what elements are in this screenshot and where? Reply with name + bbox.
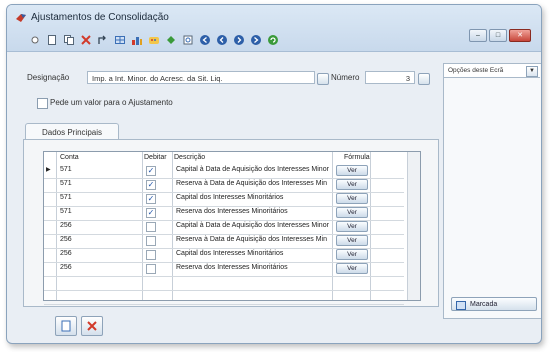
cell-conta[interactable]: 256: [60, 262, 72, 274]
pede-valor-label: Pede um valor para o Ajustamento: [50, 98, 173, 107]
dropdown-icon[interactable]: [29, 34, 41, 46]
ver-formula-button[interactable]: Ver: [336, 165, 368, 176]
new-doc-icon[interactable]: [46, 34, 58, 46]
cell-conta[interactable]: 571: [60, 178, 72, 190]
palette-icon[interactable]: [148, 34, 160, 46]
ver-formula-button[interactable]: Ver: [336, 221, 368, 232]
designacao-lookup-button[interactable]: [317, 73, 329, 85]
ver-formula-button[interactable]: Ver: [336, 235, 368, 246]
column-header-descricao[interactable]: Descrição: [174, 152, 205, 163]
numero-label: Número: [331, 73, 360, 82]
marcada-label: Marcada: [470, 301, 498, 308]
puzzle-icon[interactable]: [165, 34, 177, 46]
chart-icon[interactable]: [131, 34, 143, 46]
cell-conta[interactable]: 571: [60, 164, 72, 176]
app-logo-icon: [16, 14, 26, 22]
cell-descricao[interactable]: Reserva dos Interesses Minoritários: [176, 206, 330, 218]
cell-descricao[interactable]: Reserva à Data de Aquisição dos Interess…: [176, 178, 330, 190]
grid-icon[interactable]: [114, 34, 126, 46]
table-row[interactable]: ▶ 571 ✓ Capital à Data de Aquisição dos Int…: [44, 164, 404, 179]
ver-formula-button[interactable]: Ver: [336, 193, 368, 204]
debitar-checkbox[interactable]: ✓: [146, 208, 156, 218]
options-select[interactable]: Opções deste Ecrã ▼: [444, 64, 540, 78]
nav-next-icon[interactable]: [233, 34, 245, 46]
table-row[interactable]: 256 Capital à Data de Aquisição dos Inter…: [44, 220, 404, 235]
cell-conta[interactable]: 571: [60, 206, 72, 218]
app-window: Ajustamentos de Consolidação – □ ✕ Desig…: [6, 4, 542, 344]
table-row[interactable]: 256 Capital dos Interesses Minoritários Ve…: [44, 248, 404, 263]
column-header-debitar[interactable]: Debitar: [144, 152, 167, 163]
ver-formula-button[interactable]: Ver: [336, 263, 368, 274]
options-select-value: Opções deste Ecrã: [448, 67, 504, 74]
new-doc-icon: [61, 320, 71, 332]
copy-icon[interactable]: [63, 34, 75, 46]
numero-field[interactable]: 3: [365, 71, 415, 84]
debitar-checkbox[interactable]: ✓: [146, 166, 156, 176]
debitar-checkbox[interactable]: ✓: [146, 194, 156, 204]
marker-icon: [456, 301, 466, 310]
cell-descricao[interactable]: Capital à Data de Aquisição dos Interess…: [176, 164, 330, 176]
nav-prev-icon[interactable]: [216, 34, 228, 46]
cell-conta[interactable]: 256: [60, 234, 72, 246]
column-header-conta[interactable]: Conta: [60, 152, 79, 163]
designacao-field[interactable]: Imp. a Int. Minor. do Acresc. da Sit. Li…: [87, 71, 315, 84]
delete-icon: [87, 321, 97, 331]
minimize-button[interactable]: –: [469, 29, 487, 42]
print-preview-icon[interactable]: [182, 34, 194, 46]
title-bar: Ajustamentos de Consolidação – □ ✕: [7, 5, 541, 52]
marcada-button[interactable]: Marcada: [451, 297, 537, 311]
nav-first-icon[interactable]: [199, 34, 211, 46]
table-row[interactable]: 256 Reserva dos Interesses Minoritários Ve…: [44, 262, 404, 277]
delete-icon[interactable]: [80, 34, 92, 46]
designacao-label: Designação: [27, 73, 70, 82]
table-row[interactable]: 571 ✓ Reserva dos Interesses Minoritários V…: [44, 206, 404, 221]
numero-lookup-button[interactable]: [418, 73, 430, 85]
ver-formula-button[interactable]: Ver: [336, 207, 368, 218]
cell-conta[interactable]: 571: [60, 192, 72, 204]
debitar-checkbox[interactable]: ✓: [146, 180, 156, 190]
debitar-checkbox[interactable]: [146, 264, 156, 274]
empty-row: [44, 276, 404, 291]
nav-last-icon[interactable]: [250, 34, 262, 46]
row-indicator-icon: ▶: [46, 167, 51, 173]
debitar-checkbox[interactable]: [146, 250, 156, 260]
window-title: Ajustamentos de Consolidação: [31, 12, 169, 23]
cell-descricao[interactable]: Capital dos Interesses Minoritários: [176, 192, 330, 204]
chevron-down-icon[interactable]: ▼: [526, 66, 538, 77]
maximize-button[interactable]: □: [489, 29, 507, 42]
refresh-icon[interactable]: [267, 34, 279, 46]
add-row-button[interactable]: [55, 316, 77, 336]
cell-conta[interactable]: 256: [60, 248, 72, 260]
debitar-checkbox[interactable]: [146, 222, 156, 232]
window-controls: – □ ✕: [469, 29, 531, 42]
cell-descricao[interactable]: Capital dos Interesses Minoritários: [176, 248, 330, 260]
empty-row: [44, 290, 404, 305]
close-button[interactable]: ✕: [509, 29, 531, 42]
table-row[interactable]: 571 ✓ Reserva à Data de Aquisição dos Inte…: [44, 178, 404, 193]
cell-descricao[interactable]: Reserva dos Interesses Minoritários: [176, 262, 330, 274]
delete-row-button[interactable]: [81, 316, 103, 336]
options-panel: Opções deste Ecrã ▼: [443, 63, 541, 319]
ver-formula-button[interactable]: Ver: [336, 249, 368, 260]
table-row[interactable]: 256 Reserva à Data de Aquisição dos Inter…: [44, 234, 404, 249]
grid-scrollbar[interactable]: [407, 152, 420, 300]
accounts-grid: Conta Debitar Descrição Fórmula ▶ 571 ✓ Cap…: [43, 151, 421, 305]
cell-conta[interactable]: 256: [60, 220, 72, 232]
debitar-checkbox[interactable]: [146, 236, 156, 246]
toolbar: [29, 33, 279, 47]
cell-descricao[interactable]: Reserva à Data de Aquisição dos Interess…: [176, 234, 330, 246]
pede-valor-checkbox[interactable]: [37, 98, 48, 109]
column-header-formula[interactable]: Fórmula: [344, 152, 370, 163]
table-row[interactable]: 571 ✓ Capital dos Interesses Minoritários V…: [44, 192, 404, 207]
ver-formula-button[interactable]: Ver: [336, 179, 368, 190]
cell-descricao[interactable]: Capital à Data de Aquisição dos Interess…: [176, 220, 330, 232]
arrows-icon[interactable]: [97, 34, 109, 46]
